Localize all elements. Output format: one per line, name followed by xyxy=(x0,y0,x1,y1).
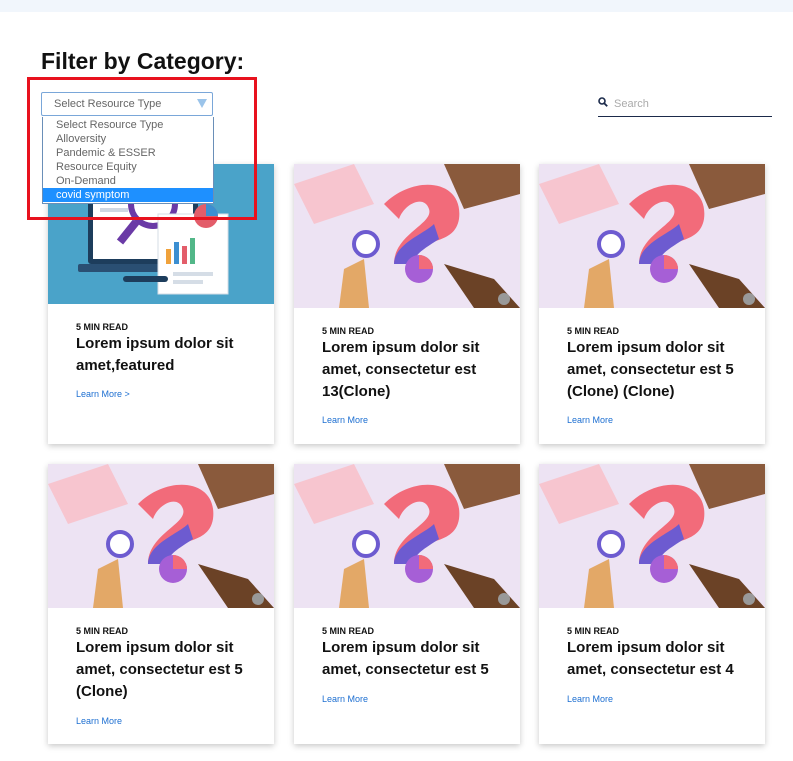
resource-card[interactable]: 5 MIN READ Lorem ipsum dolor sit amet, c… xyxy=(539,464,765,744)
learn-more-link[interactable]: Learn More xyxy=(322,694,368,704)
question-mark-hands-illustration xyxy=(294,464,520,608)
learn-more-link[interactable]: Learn More xyxy=(76,716,122,726)
read-time: 5 MIN READ xyxy=(567,626,620,636)
option-covid-symptom[interactable]: covid symptom xyxy=(43,188,213,202)
read-time: 5 MIN READ xyxy=(322,326,375,336)
resource-card[interactable]: 5 MIN READ Lorem ipsum dolor sit amet, c… xyxy=(294,164,520,444)
card-title[interactable]: Lorem ipsum dolor sit amet,featured xyxy=(76,333,256,377)
select-value: Select Resource Type xyxy=(54,98,162,110)
card-title[interactable]: Lorem ipsum dolor sit amet, consectetur … xyxy=(322,337,502,403)
option-pandemic-esser[interactable]: Pandemic & ESSER xyxy=(43,146,213,160)
resource-type-select[interactable]: Select Resource Type xyxy=(41,92,213,116)
card-title[interactable]: Lorem ipsum dolor sit amet, consectetur … xyxy=(76,637,256,703)
learn-more-link[interactable]: Learn More xyxy=(567,415,613,425)
question-mark-hands-illustration xyxy=(539,464,765,608)
question-mark-hands-illustration xyxy=(539,164,765,308)
read-time: 5 MIN READ xyxy=(567,326,620,336)
question-mark-hands-illustration xyxy=(48,464,274,608)
resource-card[interactable]: 5 MIN READ Lorem ipsum dolor sit amet, c… xyxy=(539,164,765,444)
resource-card[interactable]: 5 MIN READ Lorem ipsum dolor sit amet, c… xyxy=(294,464,520,744)
search-box xyxy=(598,94,772,117)
question-mark-hands-illustration xyxy=(294,164,520,308)
read-time: 5 MIN READ xyxy=(76,626,129,636)
read-time: 5 MIN READ xyxy=(322,626,375,636)
filter-heading: Filter by Category: xyxy=(41,48,245,74)
search-input[interactable] xyxy=(612,94,766,114)
option-alloversity[interactable]: Alloversity xyxy=(43,132,213,146)
option-on-demand[interactable]: On-Demand xyxy=(43,174,213,188)
search-icon[interactable] xyxy=(598,97,608,107)
top-bar xyxy=(0,0,793,12)
learn-more-link[interactable]: Learn More > xyxy=(76,389,130,399)
read-time: 5 MIN READ xyxy=(76,322,129,332)
resource-card[interactable]: 5 MIN READ Lorem ipsum dolor sit amet, c… xyxy=(48,464,274,744)
dropdown-arrow-icon[interactable] xyxy=(197,99,207,108)
card-title[interactable]: Lorem ipsum dolor sit amet, consectetur … xyxy=(322,637,502,681)
learn-more-link[interactable]: Learn More xyxy=(322,415,368,425)
learn-more-link[interactable]: Learn More xyxy=(567,694,613,704)
card-title[interactable]: Lorem ipsum dolor sit amet, consectetur … xyxy=(567,337,747,403)
resource-type-options: Select Resource Type Alloversity Pandemi… xyxy=(42,117,214,204)
resource-card[interactable]: 5 MIN READ Lorem ipsum dolor sit amet,fe… xyxy=(48,164,274,444)
card-title[interactable]: Lorem ipsum dolor sit amet, consectetur … xyxy=(567,637,747,681)
option-select-resource-type[interactable]: Select Resource Type xyxy=(43,118,213,132)
option-resource-equity[interactable]: Resource Equity xyxy=(43,160,213,174)
